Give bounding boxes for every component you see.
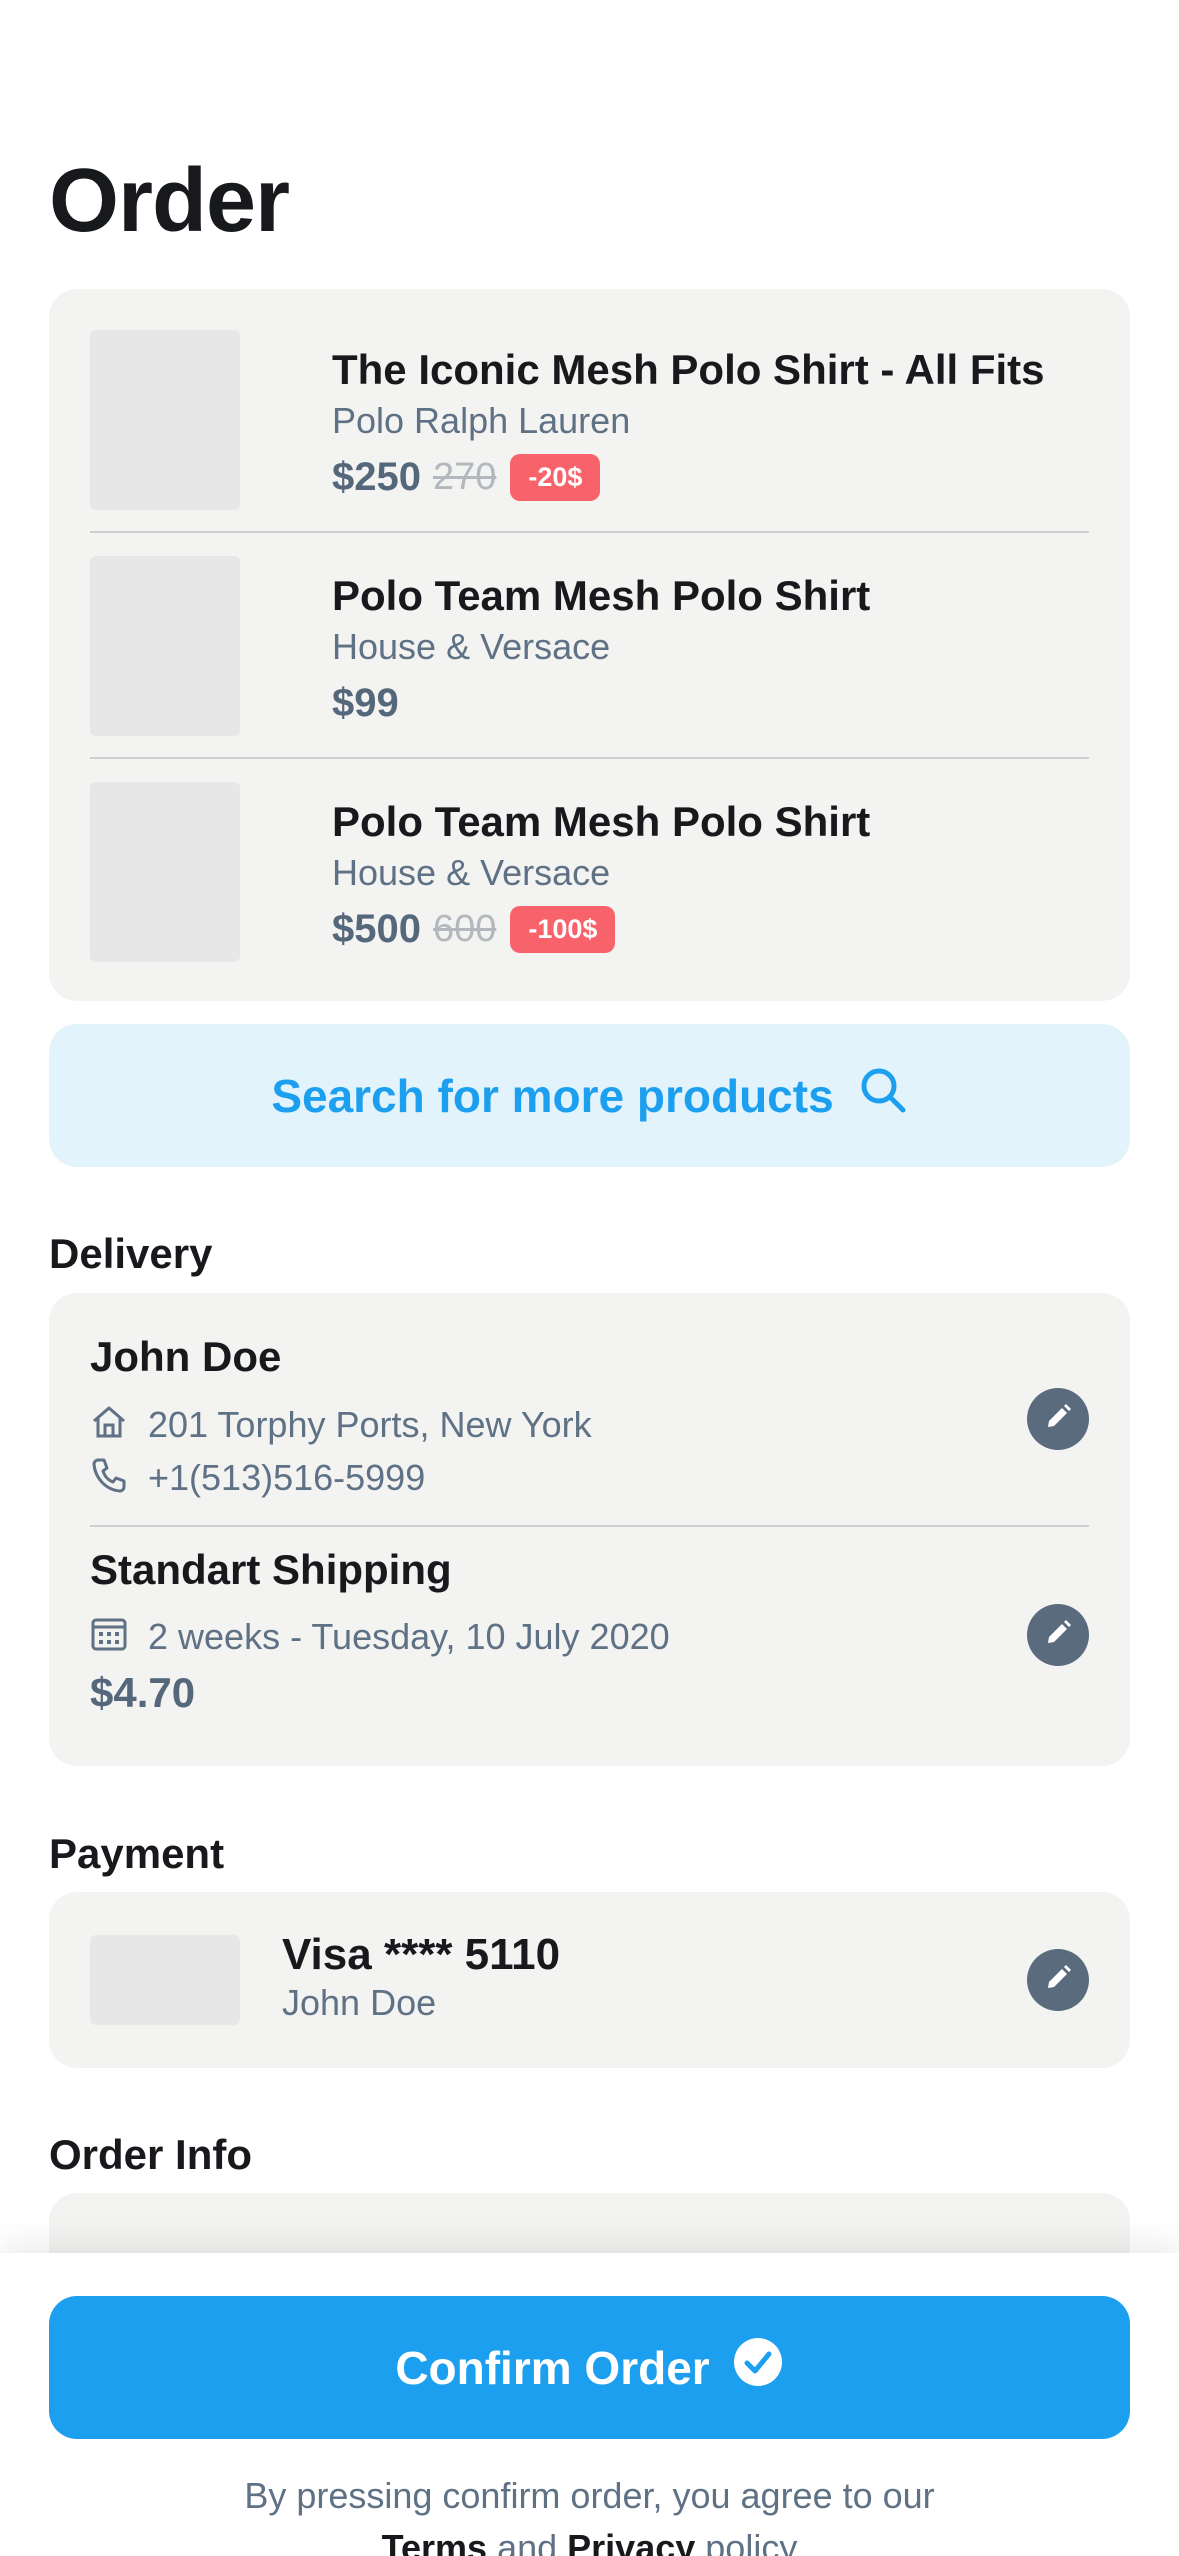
shipping-eta-text: 2 weeks - Tuesday, 10 July 2020 xyxy=(148,1615,670,1657)
product-name: Polo Team Mesh Polo Shirt xyxy=(332,798,871,845)
home-icon xyxy=(90,1403,128,1446)
order-item[interactable]: The Iconic Mesh Polo Shirt - All Fits Po… xyxy=(90,330,1089,510)
delivery-card: John Doe 201 Torphy Ports, New York +1(5… xyxy=(49,1293,1130,1766)
calendar-icon xyxy=(90,1615,128,1658)
agreement-links: Terms and Privacy policy xyxy=(0,2527,1179,2556)
pencil-icon xyxy=(1043,1402,1073,1437)
card-brand-image xyxy=(90,1935,240,2025)
agreement-text: By pressing confirm order, you agree to … xyxy=(244,2475,935,2516)
product-old-price: 600 xyxy=(432,907,497,950)
product-brand: House & Versace xyxy=(332,852,611,893)
delivery-section-title: Delivery xyxy=(49,1230,213,1277)
shipping-eta-line: 2 weeks - Tuesday, 10 July 2020 xyxy=(90,1615,670,1658)
discount-badge: -20$ xyxy=(510,453,601,501)
shipping-price: $4.70 xyxy=(90,1669,196,1716)
divider xyxy=(90,757,1089,759)
check-circle-icon xyxy=(732,2336,784,2399)
search-button-label: Search for more products xyxy=(271,1069,834,1122)
divider xyxy=(90,1525,1089,1527)
pencil-icon xyxy=(1043,1618,1073,1653)
search-more-products-button[interactable]: Search for more products xyxy=(49,1024,1130,1167)
and-text: and xyxy=(497,2527,558,2556)
product-image xyxy=(90,330,240,510)
phone-text: +1(513)516-5999 xyxy=(148,1456,426,1498)
bottom-action-bar: Confirm Order By pressing confirm order,… xyxy=(0,2253,1179,2556)
phone-line: +1(513)516-5999 xyxy=(90,1456,425,1499)
edit-payment-button[interactable] xyxy=(1027,1949,1089,2011)
edit-shipping-button[interactable] xyxy=(1027,1604,1089,1666)
confirm-order-button[interactable]: Confirm Order xyxy=(49,2296,1130,2439)
price-row: $99 xyxy=(332,678,399,728)
order-item[interactable]: Polo Team Mesh Polo Shirt House & Versac… xyxy=(90,782,1089,962)
order-info-section-title: Order Info xyxy=(49,2131,253,2178)
phone-icon xyxy=(90,1456,128,1499)
discount-badge: -100$ xyxy=(510,905,616,953)
price-row: $500 600 -100$ xyxy=(332,904,616,954)
product-brand: House & Versace xyxy=(332,626,611,667)
order-item[interactable]: Polo Team Mesh Polo Shirt House & Versac… xyxy=(90,556,1089,736)
product-name: Polo Team Mesh Polo Shirt xyxy=(332,572,871,619)
terms-link[interactable]: Terms xyxy=(382,2527,487,2556)
card-number: Visa **** 5110 xyxy=(282,1930,561,1979)
edit-address-button[interactable] xyxy=(1027,1388,1089,1450)
privacy-link[interactable]: Privacy xyxy=(567,2527,695,2556)
product-old-price: 270 xyxy=(432,455,497,498)
page-title: Order xyxy=(49,151,290,251)
pencil-icon xyxy=(1043,1963,1073,1998)
payment-section-title: Payment xyxy=(49,1830,225,1877)
recipient-name: John Doe xyxy=(90,1333,282,1380)
shipping-method: Standart Shipping xyxy=(90,1546,452,1593)
product-price: $500 xyxy=(332,906,421,951)
search-icon xyxy=(858,1065,908,1126)
card-holder: John Doe xyxy=(282,1982,437,2023)
payment-card: Visa **** 5110 John Doe xyxy=(49,1892,1130,2068)
product-image xyxy=(90,782,240,962)
product-name: The Iconic Mesh Polo Shirt - All Fits xyxy=(332,346,1045,393)
divider xyxy=(90,531,1089,533)
price-row: $250 270 -20$ xyxy=(332,452,601,502)
confirm-order-label: Confirm Order xyxy=(395,2341,710,2394)
product-price: $250 xyxy=(332,454,421,499)
product-price: $99 xyxy=(332,680,399,725)
product-image xyxy=(90,556,240,736)
order-items-card: The Iconic Mesh Polo Shirt - All Fits Po… xyxy=(49,289,1130,1001)
address-line: 201 Torphy Ports, New York xyxy=(90,1403,592,1446)
policy-text: policy xyxy=(705,2527,798,2556)
address-text: 201 Torphy Ports, New York xyxy=(148,1403,592,1445)
product-brand: Polo Ralph Lauren xyxy=(332,400,631,441)
